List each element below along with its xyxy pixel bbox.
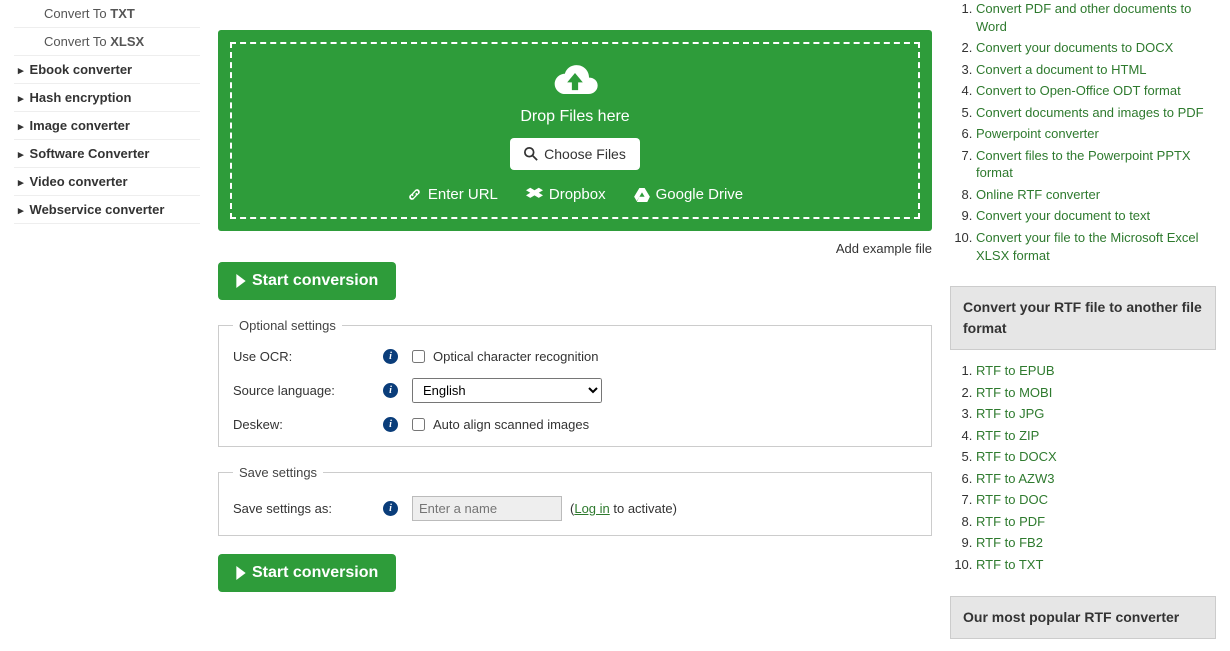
list-item: RTF to TXT — [976, 556, 1216, 574]
info-icon[interactable]: i — [383, 501, 398, 516]
list-item: RTF to AZW3 — [976, 470, 1216, 488]
sidebar-cat-image[interactable]: Image converter — [14, 112, 200, 140]
deskew-text: Auto align scanned images — [433, 417, 589, 432]
list-item: Convert files to the Powerpoint PPTX for… — [976, 147, 1216, 182]
dropbox-button[interactable]: Dropbox — [526, 186, 606, 203]
format-link[interactable]: RTF to EPUB — [976, 363, 1055, 378]
converter-link[interactable]: Convert PDF and other documents to Word — [976, 1, 1191, 34]
list-item: RTF to FB2 — [976, 534, 1216, 552]
list-item: RTF to ZIP — [976, 427, 1216, 445]
rtf-formats-heading: Convert your RTF file to another file fo… — [950, 286, 1216, 350]
login-link[interactable]: Log in — [574, 501, 609, 516]
deskew-label: Deskew: — [233, 417, 383, 432]
start-conversion-button-top[interactable]: Start conversion — [218, 262, 396, 300]
enter-url-button[interactable]: Enter URL — [407, 186, 498, 203]
list-item: Convert PDF and other documents to Word — [976, 0, 1216, 35]
list-item: RTF to PDF — [976, 513, 1216, 531]
save-settings-legend: Save settings — [233, 465, 323, 480]
sidebar-cat-software[interactable]: Software Converter — [14, 140, 200, 168]
optional-settings-fieldset: Optional settings Use OCR: i Optical cha… — [218, 318, 932, 447]
start-conversion-button-bottom[interactable]: Start conversion — [218, 554, 396, 592]
sidebar-cat-ebook[interactable]: Ebook converter — [14, 56, 200, 84]
search-icon — [524, 147, 538, 161]
list-item: RTF to DOCX — [976, 448, 1216, 466]
link-icon — [407, 187, 422, 202]
list-item: Convert your file to the Microsoft Excel… — [976, 229, 1216, 264]
list-item: Convert to Open-Office ODT format — [976, 82, 1216, 100]
dropzone[interactable]: Drop Files here Choose Files Enter URL D… — [218, 30, 932, 231]
list-item: Convert a document to HTML — [976, 61, 1216, 79]
converter-link[interactable]: Convert your file to the Microsoft Excel… — [976, 230, 1199, 263]
sidebar-cat-webservice[interactable]: Webservice converter — [14, 196, 200, 224]
list-item: RTF to MOBI — [976, 384, 1216, 402]
format-link[interactable]: RTF to AZW3 — [976, 471, 1055, 486]
converter-link[interactable]: Convert files to the Powerpoint PPTX for… — [976, 148, 1191, 181]
info-icon[interactable]: i — [383, 383, 398, 398]
converter-link[interactable]: Convert a document to HTML — [976, 62, 1147, 77]
sidebar-cat-video[interactable]: Video converter — [14, 168, 200, 196]
rtf-formats-list: RTF to EPUB RTF to MOBI RTF to JPG RTF t… — [950, 362, 1216, 573]
ocr-text: Optical character recognition — [433, 349, 598, 364]
chevron-right-icon — [236, 274, 246, 288]
sidebar-sub-txt[interactable]: Convert To TXT — [14, 0, 200, 28]
list-item: RTF to JPG — [976, 405, 1216, 423]
google-drive-icon — [634, 188, 650, 202]
format-link[interactable]: RTF to DOCX — [976, 449, 1057, 464]
list-item: RTF to DOC — [976, 491, 1216, 509]
converter-link[interactable]: Convert documents and images to PDF — [976, 105, 1204, 120]
add-example-link[interactable]: Add example file — [836, 241, 932, 256]
sidebar-sub-xlsx[interactable]: Convert To XLSX — [14, 28, 200, 56]
related-converters-list: Convert PDF and other documents to Word … — [950, 0, 1216, 264]
choose-files-button[interactable]: Choose Files — [510, 138, 640, 170]
info-icon[interactable]: i — [383, 417, 398, 432]
format-link[interactable]: RTF to DOC — [976, 492, 1048, 507]
format-link[interactable]: RTF to ZIP — [976, 428, 1039, 443]
converter-link[interactable]: Convert your document to text — [976, 208, 1150, 223]
save-as-label: Save settings as: — [233, 501, 383, 516]
converter-link[interactable]: Powerpoint converter — [976, 126, 1099, 141]
save-suffix: (Log in to activate) — [570, 501, 677, 516]
format-link[interactable]: RTF to MOBI — [976, 385, 1052, 400]
sidebar-cat-hash[interactable]: Hash encryption — [14, 84, 200, 112]
info-icon[interactable]: i — [383, 349, 398, 364]
source-language-select[interactable]: English — [412, 378, 602, 403]
format-link[interactable]: RTF to TXT — [976, 557, 1043, 572]
cloud-upload-icon — [550, 62, 600, 100]
google-drive-button[interactable]: Google Drive — [634, 186, 744, 203]
converter-link[interactable]: Online RTF converter — [976, 187, 1100, 202]
converter-link[interactable]: Convert your documents to DOCX — [976, 40, 1173, 55]
deskew-checkbox[interactable] — [412, 418, 425, 431]
dropbox-icon — [526, 187, 543, 202]
list-item: RTF to EPUB — [976, 362, 1216, 380]
list-item: Online RTF converter — [976, 186, 1216, 204]
drop-text: Drop Files here — [242, 108, 908, 126]
source-language-label: Source language: — [233, 383, 383, 398]
save-name-input[interactable] — [412, 496, 562, 521]
ocr-checkbox[interactable] — [412, 350, 425, 363]
popular-rtf-heading: Our most popular RTF converter — [950, 596, 1216, 639]
ocr-label: Use OCR: — [233, 349, 383, 364]
format-link[interactable]: RTF to PDF — [976, 514, 1045, 529]
save-settings-fieldset: Save settings Save settings as: i (Log i… — [218, 465, 932, 536]
optional-settings-legend: Optional settings — [233, 318, 342, 333]
list-item: Convert documents and images to PDF — [976, 104, 1216, 122]
list-item: Convert your document to text — [976, 207, 1216, 225]
list-item: Convert your documents to DOCX — [976, 39, 1216, 57]
format-link[interactable]: RTF to FB2 — [976, 535, 1043, 550]
converter-link[interactable]: Convert to Open-Office ODT format — [976, 83, 1181, 98]
list-item: Powerpoint converter — [976, 125, 1216, 143]
format-link[interactable]: RTF to JPG — [976, 406, 1044, 421]
